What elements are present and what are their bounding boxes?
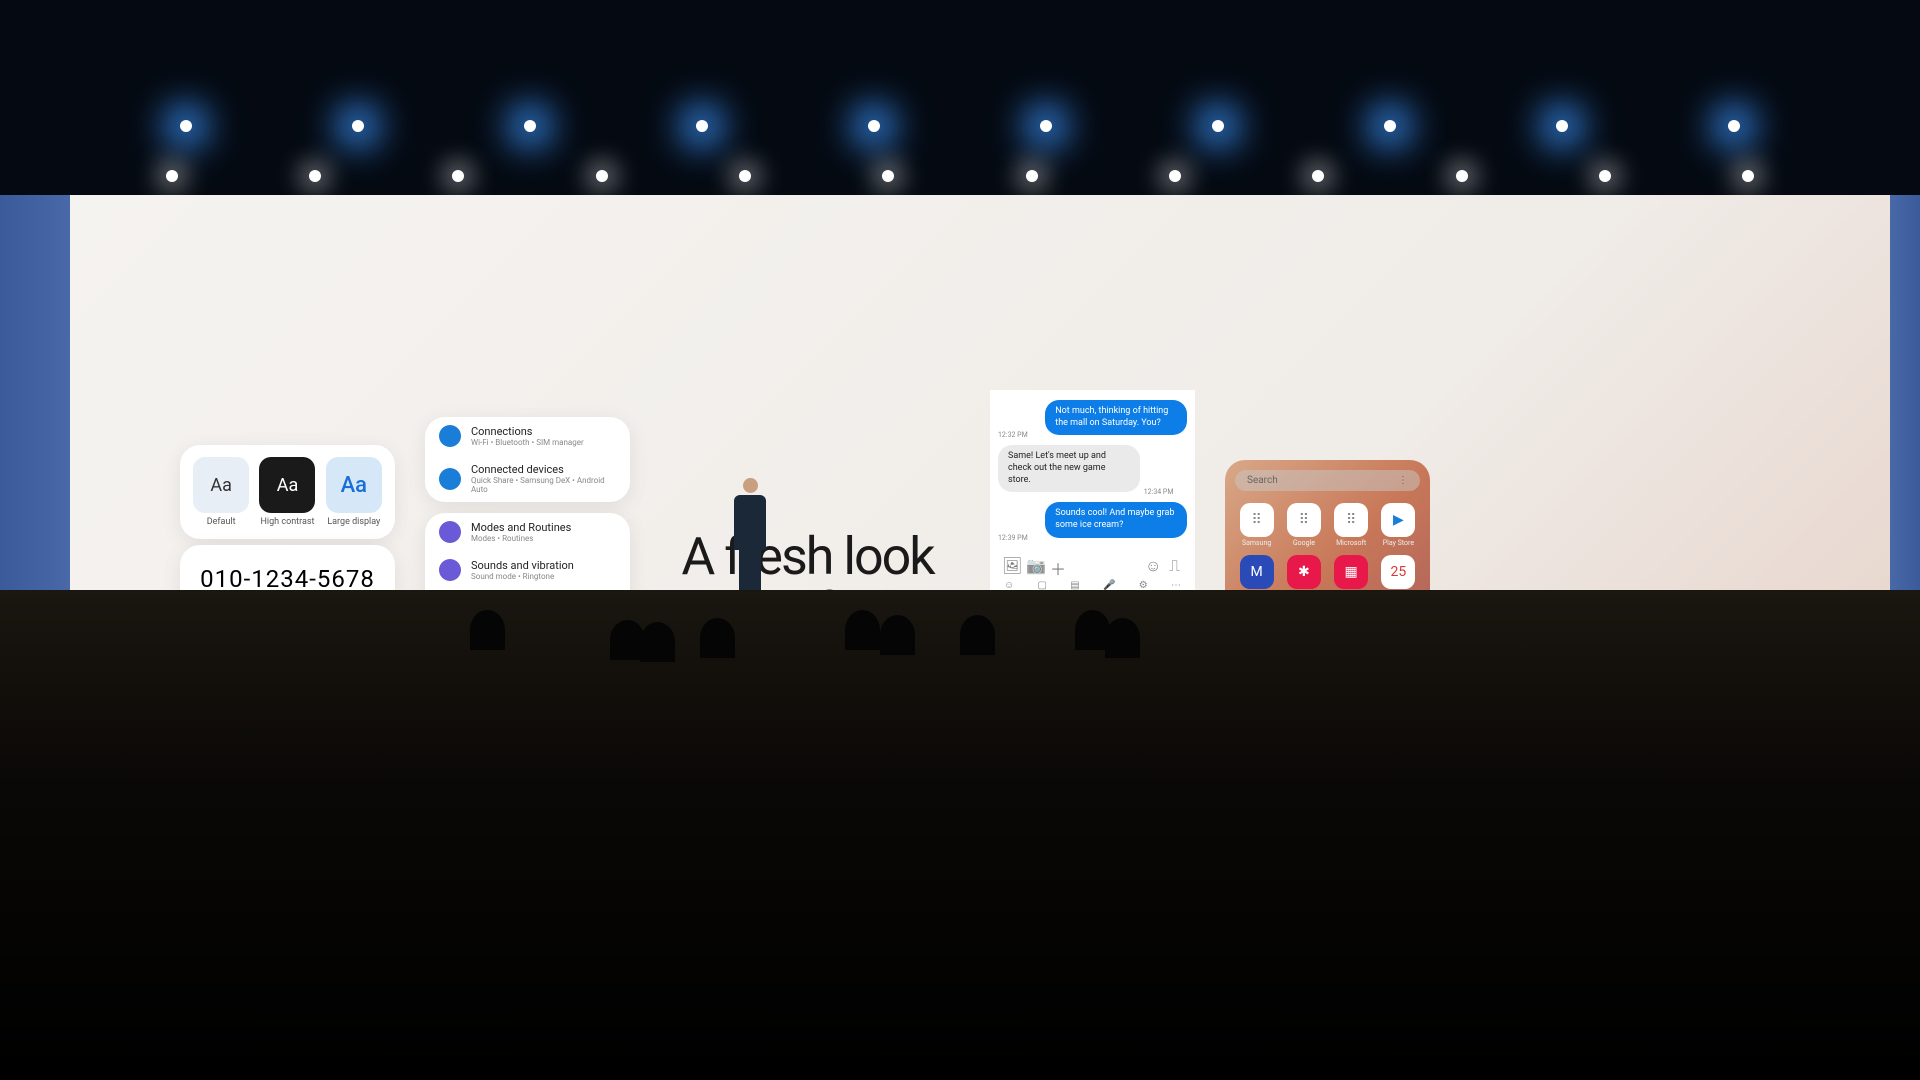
camera-icon[interactable]: 📷 bbox=[1026, 556, 1040, 570]
message-row: 12:39 PMSounds cool! And maybe grab some… bbox=[998, 502, 1187, 541]
accessibility-option-large[interactable]: Aa Large display bbox=[325, 457, 383, 527]
auditorium bbox=[0, 590, 1920, 1080]
emoji-icon[interactable]: ☺ bbox=[1145, 556, 1159, 570]
screen-side-left bbox=[0, 195, 70, 595]
voice-icon[interactable]: ⎍ bbox=[1169, 556, 1183, 570]
audience bbox=[0, 610, 1920, 730]
settings-group-connections: ConnectionsWi-Fi • Bluetooth • SIM manag… bbox=[425, 417, 630, 502]
accessibility-option-default[interactable]: Aa Default bbox=[192, 457, 250, 527]
stage-ceiling bbox=[0, 0, 1920, 200]
app-search-bar[interactable]: Search ⋮ bbox=[1235, 470, 1420, 491]
app-microsoft[interactable]: ⠿Microsoft bbox=[1330, 503, 1373, 547]
screen-side-right bbox=[1890, 195, 1920, 595]
setting-item-modes-and-routines[interactable]: Modes and RoutinesModes • Routines bbox=[425, 513, 630, 551]
accessibility-card: Aa Default Aa High contrast Aa Large dis… bbox=[180, 445, 395, 539]
add-icon[interactable]: ＋ bbox=[1050, 556, 1064, 570]
setting-item-connected-devices[interactable]: Connected devicesQuick Share • Samsung D… bbox=[425, 455, 630, 502]
message-compose-bar: 🖼 📷 ＋ ☺ ⎍ bbox=[998, 550, 1187, 576]
setting-item-connections[interactable]: ConnectionsWi-Fi • Bluetooth • SIM manag… bbox=[425, 417, 630, 455]
more-vertical-icon[interactable]: ⋮ bbox=[1398, 475, 1408, 486]
presenter-silhouette bbox=[730, 478, 770, 593]
setting-item-sounds-and-vibration[interactable]: Sounds and vibrationSound mode • Rington… bbox=[425, 551, 630, 589]
accessibility-option-high-contrast[interactable]: Aa High contrast bbox=[258, 457, 316, 527]
app-google[interactable]: ⠿Google bbox=[1282, 503, 1325, 547]
message-row: 12:32 PMNot much, thinking of hitting th… bbox=[998, 400, 1187, 439]
presentation-screen: Aa Default Aa High contrast Aa Large dis… bbox=[70, 195, 1890, 595]
app-samsung[interactable]: ⠿Samsung bbox=[1235, 503, 1278, 547]
search-placeholder: Search bbox=[1247, 475, 1278, 486]
app-play-store[interactable]: ▶Play Store bbox=[1377, 503, 1420, 547]
message-row: Same! Let's meet up and check out the ne… bbox=[998, 445, 1187, 496]
dialed-number: 010-1234-5678 bbox=[195, 565, 380, 593]
image-icon[interactable]: 🖼 bbox=[1002, 556, 1016, 570]
